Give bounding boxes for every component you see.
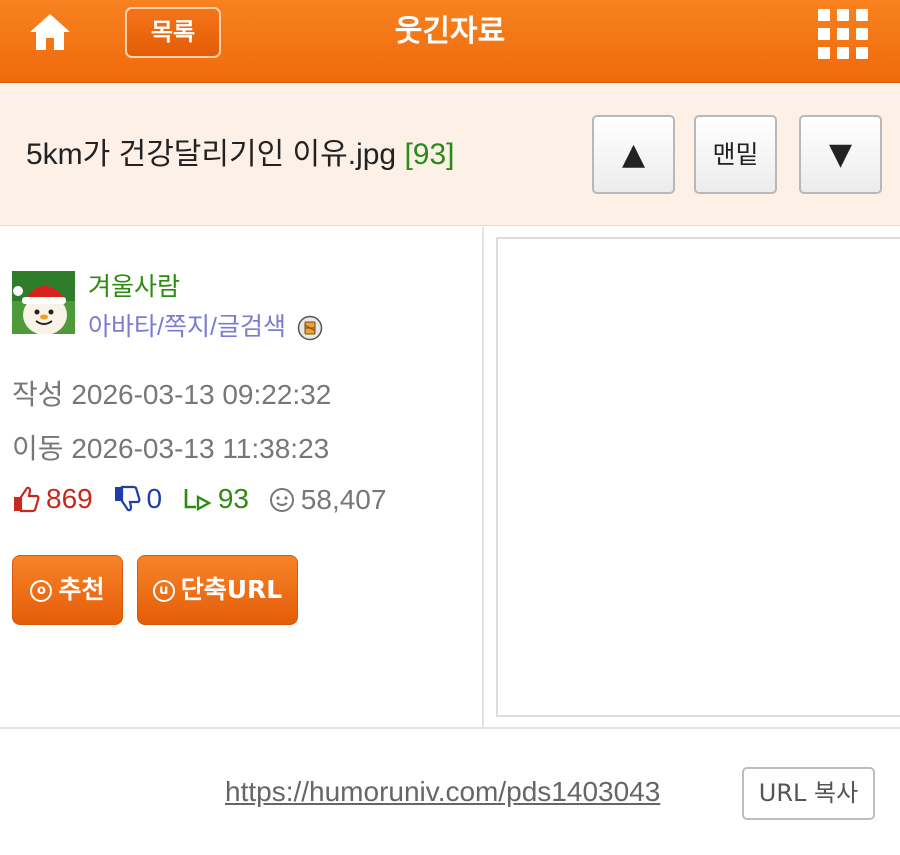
- post-url-link[interactable]: https://humoruniv.com/pds1403043: [225, 776, 660, 808]
- moved-label: 이동: [12, 433, 64, 464]
- reply-value: 93: [217, 483, 250, 514]
- avatar-link[interactable]: 아바타: [88, 313, 157, 341]
- post-title-band: 5km가 건강달리기인 이유.jpg [93] ▲ 맨밑 ▼: [0, 84, 900, 226]
- circle-u-icon: u: [152, 580, 175, 602]
- avatar[interactable]: [12, 271, 75, 335]
- next-post-button[interactable]: ▼: [799, 115, 882, 194]
- short-url-button[interactable]: u 단축URL: [137, 555, 298, 625]
- thumbs-up-icon: [14, 486, 40, 513]
- search-posts-link[interactable]: 글검색: [217, 313, 286, 341]
- reply-count: 93: [182, 483, 249, 515]
- member-badge-icon: [297, 316, 323, 341]
- go-bottom-button[interactable]: 맨밑: [694, 115, 777, 194]
- dislike-value: 0: [146, 483, 163, 514]
- link-separator: /: [209, 313, 217, 341]
- recommend-count: 869: [12, 483, 93, 515]
- thumbs-down-icon: [114, 485, 140, 512]
- content-placeholder: [496, 237, 900, 717]
- author-info-panel: 겨울사람 아바타/쪽지/글검색 작성 2026-03-13 09:22:32 이…: [0, 227, 484, 727]
- circle-o-icon: o: [30, 580, 53, 602]
- copy-url-button[interactable]: URL 복사: [742, 767, 875, 820]
- post-title: 5km가 건강달리기인 이유.jpg [93]: [26, 134, 455, 176]
- grid-menu-icon[interactable]: [818, 9, 868, 59]
- smiley-icon: [269, 488, 294, 512]
- board-title: 웃긴자료: [394, 14, 506, 49]
- created-date: 작성 2026-03-13 09:22:32: [12, 373, 331, 413]
- link-separator: /: [157, 313, 164, 341]
- prev-post-button[interactable]: ▲: [592, 115, 675, 194]
- post-stats: 869 0 93 58,407: [12, 483, 398, 520]
- dislike-count: 0: [113, 483, 163, 515]
- divider: [0, 727, 900, 729]
- author-name[interactable]: 겨울사람: [88, 267, 180, 303]
- recommend-value: 869: [46, 483, 93, 514]
- message-link[interactable]: 쪽지: [164, 313, 210, 341]
- author-links: 아바타/쪽지/글검색: [88, 307, 323, 343]
- reply-arrow-icon: [184, 489, 212, 512]
- created-value: 2026-03-13 09:22:32: [71, 379, 332, 410]
- recommend-button[interactable]: o 추천: [12, 555, 123, 625]
- created-label: 작성: [12, 379, 64, 410]
- top-header-bar: 목록 웃긴자료: [0, 0, 900, 83]
- comment-count[interactable]: [93]: [404, 138, 454, 171]
- view-count: 58,407: [269, 484, 387, 516]
- recommend-label: 추천: [58, 575, 105, 604]
- post-title-text: 5km가 건강달리기인 이유.jpg: [26, 138, 397, 171]
- short-url-label: 단축URL: [180, 575, 283, 604]
- moved-value: 2026-03-13 11:38:23: [71, 433, 330, 464]
- view-value: 58,407: [300, 484, 387, 515]
- moved-date: 이동 2026-03-13 11:38:23: [12, 427, 329, 467]
